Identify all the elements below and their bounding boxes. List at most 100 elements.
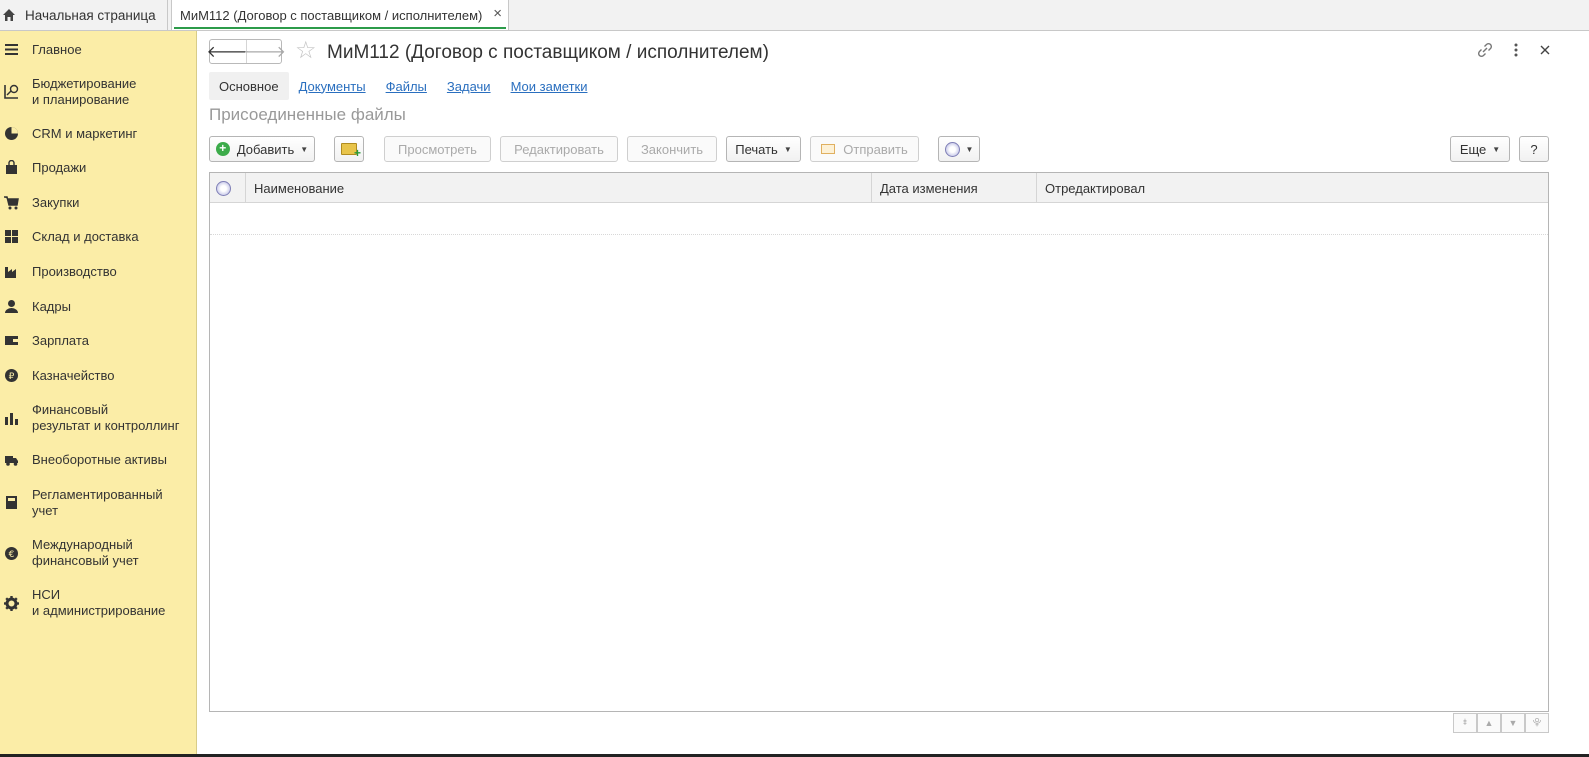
back-button[interactable]: 🡐 [207, 40, 250, 63]
sidebar-item-regulated-accounting[interactable]: Регламентированный учет [0, 487, 196, 521]
favorite-star-icon[interactable]: ☆ [295, 39, 317, 63]
sidebar-item-label: Кадры [32, 299, 71, 314]
sidebar-item-international-accounting[interactable]: € Международный финансовый учет [0, 537, 196, 571]
finish-button[interactable]: Закончить [627, 136, 717, 162]
envelope-icon [821, 144, 836, 154]
sidebar-item-salary[interactable]: Зарплата [0, 333, 196, 353]
scroll-down-button[interactable]: ▼ [1501, 713, 1525, 733]
toolbar: + Добавить ▼ Просмотреть Редактировать З… [209, 136, 1549, 162]
sidebar-item-financial-result[interactable]: Финансовый результат и контроллинг [0, 402, 196, 436]
sidebar-item-admin[interactable]: НСИ и администрирование [0, 587, 196, 621]
add-folder-button[interactable] [334, 136, 364, 162]
content-area: 🡐 🡒 ☆ МиМ112 (Договор с поставщиком / ис… [198, 31, 1589, 757]
cart-icon [4, 196, 19, 210]
more-vertical-icon[interactable] [1508, 41, 1524, 59]
sidebar-item-treasury[interactable]: ₽ Казначейство [0, 368, 196, 388]
sidebar-item-label: Международный финансовый учет [32, 537, 139, 568]
home-tab-label: Начальная страница [25, 7, 156, 23]
sidebar-item-label: Финансовый результат и контроллинг [32, 402, 180, 433]
sidebar-item-purchases[interactable]: Закупки [0, 195, 196, 215]
add-button-label: Добавить [236, 141, 295, 157]
send-button-label: Отправить [843, 141, 908, 157]
add-button[interactable]: + Добавить ▼ [209, 136, 315, 162]
sidebar-item-fixed-assets[interactable]: Внеоборотные активы [0, 452, 196, 472]
scroll-to-top-button[interactable]: ⯒ [1453, 713, 1477, 733]
warehouse-icon [5, 230, 18, 243]
home-tab[interactable]: Начальная страница [0, 0, 168, 30]
sidebar-item-label: Производство [32, 264, 117, 279]
tab-documents[interactable]: Документы [289, 72, 376, 100]
sidebar-item-crm[interactable]: CRM и маркетинг [0, 126, 196, 146]
sidebar-item-label: Регламентированный учет [32, 487, 163, 518]
status-circle-icon [216, 180, 231, 196]
sidebar-item-budgeting[interactable]: Бюджетирование и планирование [0, 76, 196, 110]
dropdown-arrow-icon: ▼ [1492, 144, 1501, 154]
column-header-name[interactable]: Наименование [246, 173, 872, 203]
ruble-coin-icon: ₽ [5, 369, 18, 382]
sidebar-item-hr[interactable]: Кадры [0, 299, 196, 319]
help-button-label: ? [1530, 141, 1538, 157]
table-row[interactable] [210, 204, 1548, 235]
sidebar-item-sales[interactable]: Продажи [0, 160, 196, 180]
svg-text:₽: ₽ [9, 372, 15, 382]
print-button-label: Печать [735, 141, 778, 157]
tab-files[interactable]: Файлы [376, 72, 437, 100]
send-button[interactable]: Отправить [810, 136, 919, 162]
sidebar-item-warehouse[interactable]: Склад и доставка [0, 229, 196, 249]
wallet-icon [5, 336, 18, 345]
tab-tasks[interactable]: Задачи [437, 72, 501, 100]
budget-icon [4, 84, 19, 99]
sidebar-item-label: Бюджетирование и планирование [32, 76, 137, 107]
sidebar-item-production[interactable]: Производство [0, 264, 196, 284]
pie-chart-icon [5, 127, 18, 140]
gear-icon [4, 596, 19, 611]
column-header-edited-by[interactable]: Отредактировал [1037, 173, 1548, 203]
files-table: Наименование Дата изменения Отредактиров… [209, 172, 1549, 712]
section-title: Присоединенные файлы [209, 105, 406, 124]
shopping-bag-icon [6, 160, 17, 174]
add-plus-icon: + [215, 142, 230, 156]
page-title: МиМ112 (Договор с поставщиком / исполнит… [327, 42, 769, 63]
close-tab-icon[interactable]: × [493, 6, 502, 22]
sidebar-item-label: Склад и доставка [32, 229, 139, 244]
document-tab[interactable]: МиМ112 (Договор с поставщиком / исполнит… [171, 0, 509, 30]
options-button[interactable]: ▼ [938, 136, 980, 162]
bar-chart-icon [5, 413, 18, 425]
sidebar-item-label: НСИ и администрирование [32, 587, 166, 618]
sidebar-item-main[interactable]: Главное [0, 41, 196, 61]
options-circle-icon [944, 141, 960, 157]
sidebar-item-label: Продажи [32, 160, 87, 175]
calculator-icon [6, 496, 17, 509]
folder-add-icon [341, 143, 361, 160]
factory-icon [5, 267, 16, 278]
sidebar: Главное Бюджетирование и планирование CR… [0, 31, 197, 757]
tab-main[interactable]: Основное [209, 72, 289, 100]
history-nav: 🡐 🡒 [207, 39, 286, 64]
column-header-date-modified[interactable]: Дата изменения [872, 173, 1037, 203]
view-button[interactable]: Просмотреть [384, 136, 491, 162]
sidebar-item-label: Внеоборотные активы [32, 452, 168, 467]
scroll-to-bottom-button[interactable]: ⯓ [1525, 713, 1549, 733]
edit-button[interactable]: Редактировать [500, 136, 618, 162]
tab-bar: Начальная страница МиМ112 (Договор с пос… [0, 0, 1589, 31]
link-icon[interactable] [1476, 41, 1494, 59]
dropdown-arrow-icon: ▼ [965, 144, 974, 154]
print-button[interactable]: Печать ▼ [726, 136, 801, 162]
dropdown-arrow-icon: ▼ [300, 144, 309, 154]
sidebar-item-label: CRM и маркетинг [32, 126, 138, 141]
close-icon[interactable] [1537, 42, 1553, 58]
more-button[interactable]: Еще ▼ [1450, 136, 1510, 162]
document-tab-label: МиМ112 (Договор с поставщиком / исполнит… [180, 7, 483, 23]
column-header-status[interactable] [210, 173, 246, 203]
help-button[interactable]: ? [1519, 136, 1549, 162]
view-button-label: Просмотреть [398, 141, 477, 157]
tab-my-notes[interactable]: Мои заметки [501, 72, 598, 100]
person-icon [5, 300, 18, 313]
forward-button[interactable]: 🡒 [243, 40, 286, 63]
sidebar-item-label: Закупки [32, 195, 80, 210]
sidebar-item-label: Главное [32, 42, 82, 57]
form-tabs: Основное Документы Файлы Задачи Мои заме… [209, 72, 597, 100]
table-scroll-controls: ⯒ ▲ ▼ ⯓ [1453, 713, 1549, 733]
scroll-up-button[interactable]: ▲ [1477, 713, 1501, 733]
table-header: Наименование Дата изменения Отредактиров… [210, 173, 1548, 203]
